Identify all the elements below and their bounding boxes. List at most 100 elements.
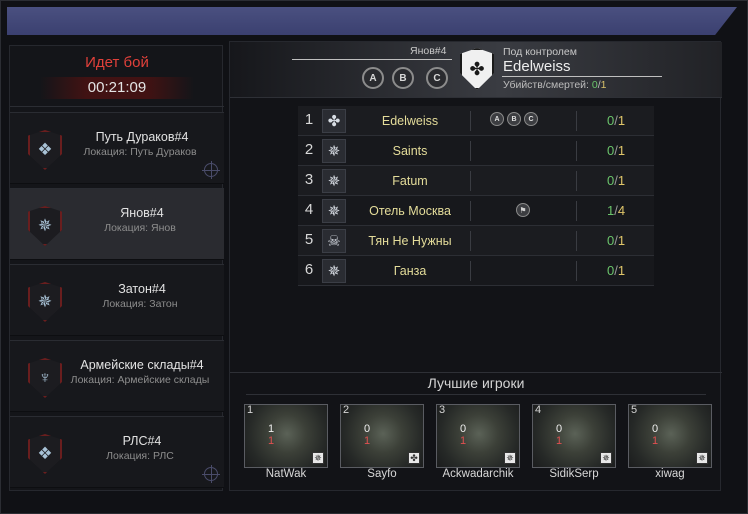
player-stats: 01: [645, 423, 665, 447]
star-shield-icon: ✵: [28, 282, 62, 322]
player-name[interactable]: NatWak: [244, 468, 328, 480]
location-item[interactable]: ✵ Затон#4 Локация: Затон: [10, 264, 224, 336]
player-rank: 2: [343, 404, 350, 416]
clan-emblem-icon: ✵: [322, 259, 346, 283]
rank: 4: [304, 201, 314, 218]
location-item[interactable]: ♆ Армейские склады#4 Локация: Армейские ск…: [10, 340, 224, 412]
trident-shield-icon: ♆: [28, 358, 62, 398]
kill-death: 0/1: [578, 233, 654, 248]
location-item[interactable]: ❖ Путь Дураков#4 Локация: Путь Дураков: [10, 112, 224, 184]
player-name[interactable]: SidikSerp: [532, 468, 616, 480]
deaths-value: 1: [600, 79, 607, 91]
ornament-shield-icon: ❖: [28, 130, 62, 170]
control-point-icon: B: [507, 112, 521, 126]
kills-value: 0: [363, 423, 371, 435]
battle-status-title: Идет бой: [85, 54, 149, 71]
control-point-c-icon: C: [426, 67, 448, 89]
kills-value: 0: [555, 423, 563, 435]
player-name[interactable]: xiwag: [628, 468, 712, 480]
best-players-title: Лучшие игроки: [427, 375, 525, 391]
kill-death-summary: Убийств/смертей: 0/1: [503, 79, 607, 91]
location-item[interactable]: ❖ РЛС#4 Локация: РЛС: [10, 416, 224, 488]
location-name: Янов#4: [120, 206, 164, 220]
player-stats: 01: [549, 423, 569, 447]
kill-death: 0/1: [578, 263, 654, 278]
player-card[interactable]: 3 0 1 ✵: [436, 404, 520, 468]
divider: [292, 59, 452, 60]
divider: [246, 394, 706, 395]
rank: 2: [304, 141, 314, 158]
battle-timer: 00:21:09: [40, 77, 194, 99]
table-row: 3 ✵ Fatum 0/1: [298, 166, 654, 196]
player-card[interactable]: 2 0 1 ✤: [340, 404, 424, 468]
deaths-value: 1: [651, 435, 659, 447]
control-point-icon: C: [524, 112, 538, 126]
player-card[interactable]: 4 0 1 ✵: [532, 404, 616, 468]
player-rank: 1: [247, 404, 254, 416]
clan-name: Тян Не Нужны: [368, 234, 452, 248]
deaths-value: 1: [617, 173, 626, 188]
kill-death: 0/1: [578, 143, 654, 158]
deaths-value: 4: [617, 203, 626, 218]
divider: [576, 171, 577, 191]
location-subtitle: Локация: Янов: [104, 222, 176, 234]
clan-badge-icon: ✵: [696, 452, 708, 464]
clan-ranking-table: 1 ✤ Edelweiss A B C 0/1 2 ✵ Saints 0/1 3 ✵ Fatum 0/1 4 ✵…: [298, 106, 654, 286]
kill-death: 0/1: [578, 173, 654, 188]
divider: [470, 261, 471, 281]
location-name: Затон#4: [118, 282, 166, 296]
player-card[interactable]: 5 0 1 ✵: [628, 404, 712, 468]
player-stats: 01: [453, 423, 473, 447]
clan-emblem-icon: ✵: [322, 169, 346, 193]
player-rank: 5: [631, 404, 638, 416]
location-name: РЛС#4: [122, 434, 162, 448]
player-name[interactable]: Ackwadarchik: [436, 468, 520, 480]
controlling-clan: Edelweiss: [503, 58, 571, 75]
deaths-value: 1: [617, 143, 626, 158]
control-label: Под контролем: [503, 46, 577, 58]
divider: [230, 372, 722, 373]
player-stats: 11: [261, 423, 281, 447]
deaths-value: 1: [459, 435, 467, 447]
divider: [470, 231, 471, 251]
clover-shield-icon: ✤: [460, 48, 494, 90]
clan-badge-icon: ✵: [504, 452, 516, 464]
clan-name: Отель Москва: [369, 204, 451, 218]
ornament-shield-icon: ❖: [28, 434, 62, 474]
rank: 5: [304, 231, 314, 248]
crosshair-icon[interactable]: [202, 465, 220, 483]
control-point-icon: A: [490, 112, 504, 126]
clan-name: Saints: [392, 144, 428, 158]
divider: [576, 141, 577, 161]
table-row: 4 ✵ Отель Москва ⚑ 1/4: [298, 196, 654, 226]
crosshair-icon[interactable]: [202, 161, 220, 179]
clan-name: Fatum: [392, 174, 428, 188]
deaths-value: 1: [267, 435, 275, 447]
player-stats: 01: [357, 423, 377, 447]
divider: [576, 111, 577, 131]
location-name: Путь Дураков#4: [95, 130, 189, 144]
kill-death: 1/4: [578, 203, 654, 218]
kills-value: 0: [459, 423, 467, 435]
table-row: 6 ✵ Ганза 0/1: [298, 256, 654, 286]
game-window: Идет бой 00:21:09 ❖ Путь Дураков#4 Локация…: [0, 0, 748, 514]
player-card[interactable]: 1 1 1 ✵: [244, 404, 328, 468]
clan-emblem-icon: ✤: [322, 109, 346, 133]
flag-icon: ⚑: [516, 203, 530, 217]
location-item[interactable]: ✵ Янов#4 Локация: Янов: [10, 188, 224, 260]
player-name[interactable]: Sayfo: [340, 468, 424, 480]
kill-death: 0/1: [578, 113, 654, 128]
clan-emblem-icon: ☠: [322, 229, 346, 253]
battle-header: Янов#4 A B C ✤ Под контролем Edelweiss У…: [230, 42, 722, 98]
player-rank: 4: [535, 404, 542, 416]
kills-value: 0: [651, 423, 659, 435]
divider: [576, 261, 577, 281]
location-name: Армейские склады#4: [80, 358, 204, 372]
rank: 6: [304, 261, 314, 278]
table-row: 1 ✤ Edelweiss A B C 0/1: [298, 106, 654, 136]
rank: 3: [304, 171, 314, 188]
divider: [470, 141, 471, 161]
clan-emblem-icon: ✵: [322, 139, 346, 163]
table-row: 5 ☠ Тян Не Нужны 0/1: [298, 226, 654, 256]
clan-emblem-icon: ✵: [322, 199, 346, 223]
